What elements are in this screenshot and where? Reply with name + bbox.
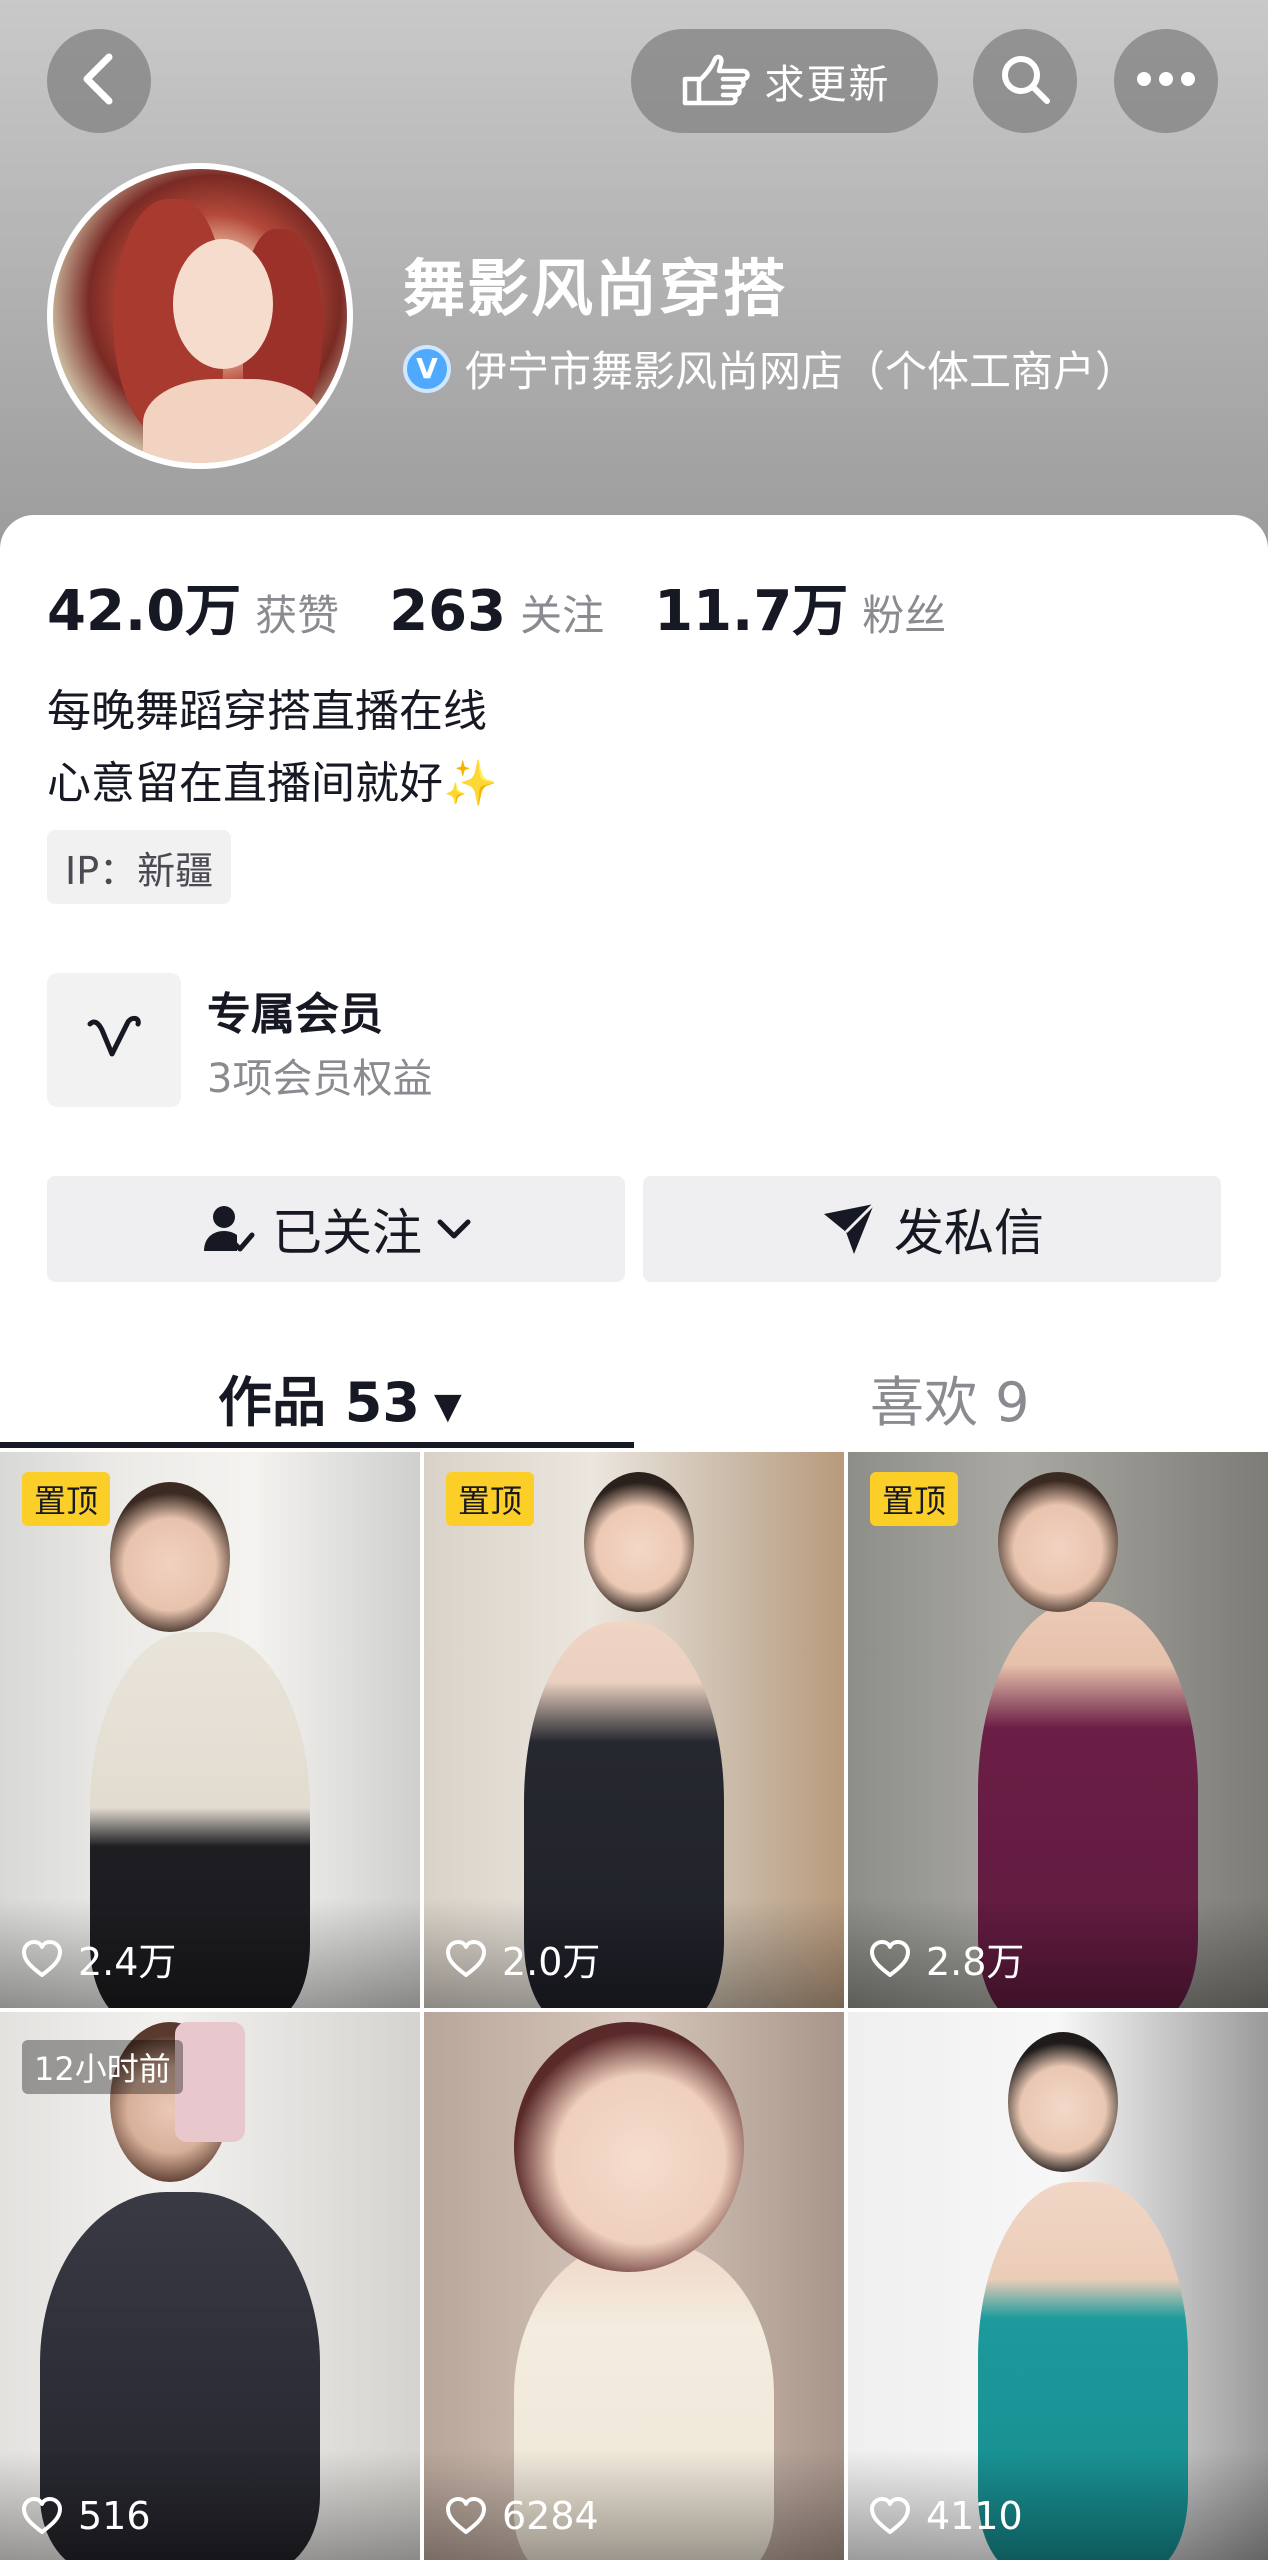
stat-followers[interactable]: 11.7万 粉丝 [654,566,946,647]
following-label: 已关注 [272,1204,422,1262]
content-tabs: 作品 53 ▼ 喜欢 9 [0,1340,1268,1450]
time-badge: 12小时前 [22,2040,183,2094]
bio: 每晚舞蹈穿搭直播在线 心意留在直播间就好✨ [47,676,498,820]
video-tile[interactable]: 置顶 2.0万 [424,1452,844,2008]
verified-badge-icon: V [403,344,451,393]
chevron-down-icon [436,1217,472,1241]
pinned-badge: 置顶 [22,1472,111,1526]
membership-subtitle: 3项会员权益 [207,1056,433,1102]
more-dots-icon [1136,71,1196,91]
like-count: 2.0万 [444,1931,600,1986]
heart-outline-icon [20,1939,64,1979]
send-message-button[interactable]: 发私信 [643,1176,1221,1282]
video-tile[interactable]: 6284 [424,2012,844,2560]
following-button[interactable]: 已关注 [47,1176,625,1282]
tab-likes[interactable]: 喜欢 9 [870,1358,1030,1437]
membership-title[interactable]: 专属会员 [207,978,383,1042]
sparkle-emoji: ✨ [443,758,498,809]
pinned-badge: 置顶 [446,1472,535,1526]
avatar[interactable] [47,163,353,469]
like-count: 516 [20,2494,151,2538]
caret-down-icon: ▼ [433,1385,462,1427]
video-tile[interactable]: 置顶 2.4万 [0,1452,420,2008]
verified-info[interactable]: V 伊宁市舞影风尚网店（个体工商户） [403,338,1137,399]
active-tab-indicator [0,1442,634,1448]
stat-label: 粉丝 [862,591,947,640]
heart-outline-icon [444,2496,488,2536]
video-tile[interactable]: 4110 [848,2012,1268,2560]
search-icon [997,51,1053,111]
like-count: 4110 [868,2494,1023,2538]
like-count-value: 516 [78,2494,151,2538]
tab-works[interactable]: 作品 53 ▼ [218,1358,462,1437]
ip-location-tag: IP：新疆 [47,830,232,904]
bio-line: 心意留在直播间就好✨ [47,748,498,820]
stats-row: 42.0万 获赞 263 关注 11.7万 粉丝 [47,566,996,647]
like-count: 2.8万 [868,1931,1024,1986]
stat-value: 11.7万 [654,579,849,644]
user-check-icon [200,1201,256,1257]
heart-outline-icon [444,1939,488,1979]
send-icon [820,1200,878,1258]
request-update-label: 求更新 [764,62,891,108]
like-count: 6284 [444,2494,599,2538]
stat-label: 关注 [520,591,605,640]
stat-label: 获赞 [255,591,340,640]
bio-line-text: 心意留在直播间就好 [47,758,443,809]
search-button[interactable] [973,29,1077,133]
back-button[interactable] [47,29,151,133]
stat-value: 42.0万 [47,579,242,644]
video-tile[interactable]: 置顶 2.8万 [848,1452,1268,2008]
pinned-badge: 置顶 [870,1472,959,1526]
stat-value: 263 [389,579,507,644]
send-message-label: 发私信 [894,1204,1044,1262]
like-count-value: 2.4万 [78,1940,177,1984]
more-button[interactable] [1114,29,1218,133]
tab-likes-label: 喜欢 9 [870,1371,1030,1434]
heart-outline-icon [868,2496,912,2536]
like-count-value: 6284 [502,2494,599,2538]
video-tile[interactable]: 12小时前 516 [0,2012,420,2560]
like-count-value: 4110 [926,2494,1023,2538]
heart-outline-icon [20,2496,64,2536]
chevron-left-icon [79,51,119,111]
verified-text: 伊宁市舞影风尚网店（个体工商户） [465,347,1138,396]
tab-works-label: 作品 53 [218,1371,420,1434]
stat-likes[interactable]: 42.0万 获赞 [47,566,339,647]
stat-following[interactable]: 263 关注 [389,579,604,644]
pointing-hand-icon [679,49,751,113]
account-name: 舞影风尚穿搭 [403,252,788,325]
like-count-value: 2.8万 [926,1940,1025,1984]
request-update-button[interactable]: 求更新 [631,29,938,133]
like-count-value: 2.0万 [502,1940,601,1984]
heart-outline-icon [868,1939,912,1979]
vip-v-icon[interactable] [47,973,181,1107]
bio-line: 每晚舞蹈穿搭直播在线 [47,686,487,737]
like-count: 2.4万 [20,1931,176,1986]
